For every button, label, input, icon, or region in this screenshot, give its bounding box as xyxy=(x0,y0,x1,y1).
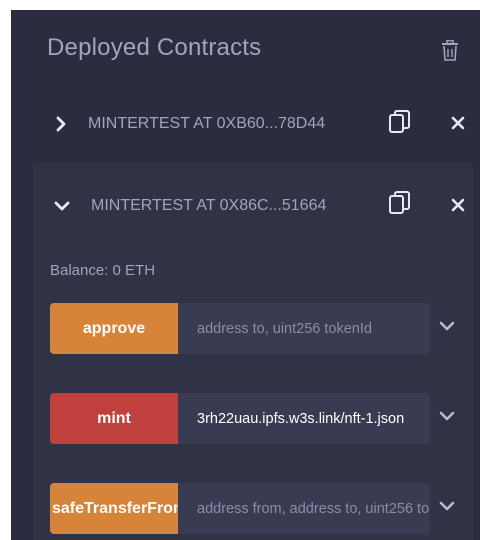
chevron-down-icon[interactable] xyxy=(439,500,455,512)
function-row-safe-transfer-from: safeTransferFrom xyxy=(50,483,430,534)
contract-address-label: MINTERTEST AT 0X86C...51664 xyxy=(91,197,327,214)
panel-title: Deployed Contracts xyxy=(47,34,262,61)
chevron-down-icon[interactable] xyxy=(439,320,455,332)
approve-args-input[interactable] xyxy=(178,303,430,354)
chevron-down-icon[interactable] xyxy=(439,410,455,422)
mint-button[interactable]: mint xyxy=(50,393,178,444)
copy-icon[interactable] xyxy=(389,191,411,215)
mint-args-input[interactable] xyxy=(178,393,430,444)
approve-button[interactable]: approve xyxy=(50,303,178,354)
trash-icon[interactable] xyxy=(440,40,460,62)
close-icon[interactable] xyxy=(451,116,465,130)
chevron-right-icon[interactable] xyxy=(53,116,69,132)
copy-icon[interactable] xyxy=(389,110,411,134)
deployed-contracts-panel: Deployed Contracts MINTERTEST AT 0XB60..… xyxy=(11,10,480,540)
contract-address-label: MINTERTEST AT 0XB60...78D44 xyxy=(88,115,326,132)
contract-row-collapsed[interactable]: MINTERTEST AT 0XB60...78D44 xyxy=(11,98,480,150)
chevron-down-icon[interactable] xyxy=(54,198,70,214)
safe-transfer-from-button[interactable]: safeTransferFrom xyxy=(50,483,178,534)
close-icon[interactable] xyxy=(451,198,465,212)
function-row-mint: mint xyxy=(50,393,430,444)
balance-text: Balance: 0 ETH xyxy=(50,262,156,279)
contract-row-expanded[interactable]: MINTERTEST AT 0X86C...51664 xyxy=(11,180,480,232)
function-row-approve: approve xyxy=(50,303,430,354)
safe-transfer-from-args-input[interactable] xyxy=(178,483,430,534)
